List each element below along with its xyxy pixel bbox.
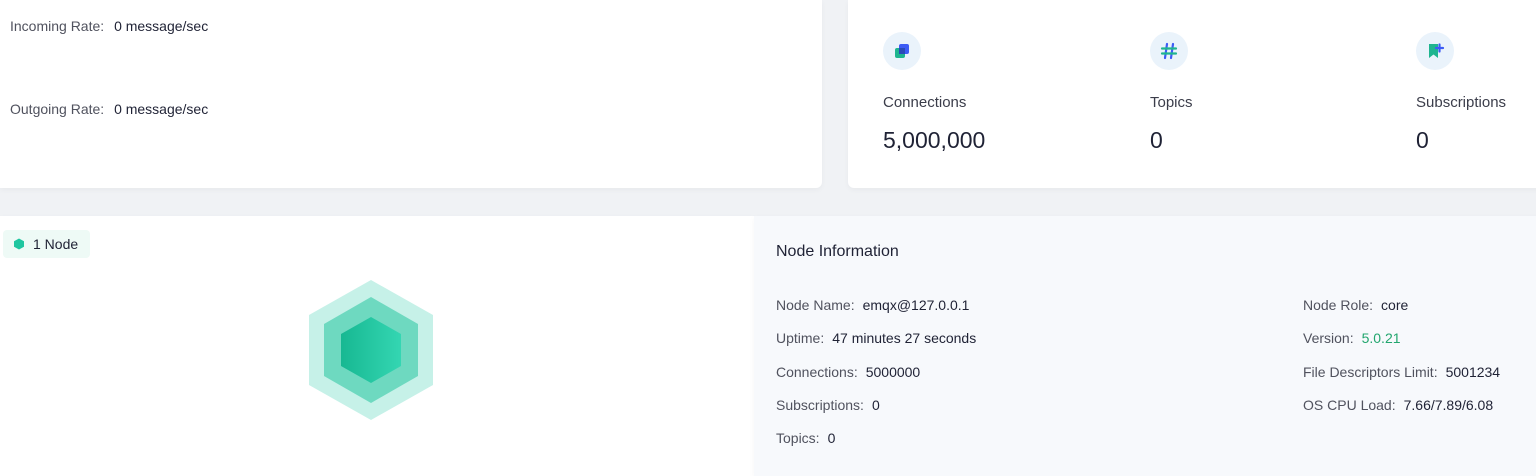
info-key: OS CPU Load: xyxy=(1303,397,1396,413)
info-value: 5001234 xyxy=(1445,364,1501,380)
subscription-icon xyxy=(1416,32,1454,70)
info-file-descriptors-limit: File Descriptors Limit: 5001234 xyxy=(1303,364,1500,380)
info-uptime: Uptime: 47 minutes 27 seconds xyxy=(776,330,976,346)
node-count-label: 1 Node xyxy=(33,236,79,252)
stat-subscriptions-label: Subscriptions xyxy=(1416,94,1507,111)
info-value: 7.66/7.89/6.08 xyxy=(1403,397,1494,413)
info-subscriptions: Subscriptions: 0 xyxy=(776,397,880,413)
incoming-rate-value: 0 message/sec xyxy=(114,18,209,34)
info-key: Uptime: xyxy=(776,330,825,346)
outgoing-rate-label: Outgoing Rate: xyxy=(10,101,105,117)
outgoing-rate-value: 0 message/sec xyxy=(114,101,209,117)
nodes-card: 1 Node xyxy=(0,216,754,476)
info-version: Version: 5.0.21 xyxy=(1303,330,1401,346)
stat-topics-label: Topics xyxy=(1150,94,1193,111)
info-value: core xyxy=(1381,297,1409,313)
info-value: 0 xyxy=(871,397,880,413)
node-information-panel: Node Information Node Name: emqx@127.0.0.… xyxy=(754,216,1536,476)
incoming-rate-label: Incoming Rate: xyxy=(10,18,105,34)
node-hexagon[interactable] xyxy=(306,278,436,427)
incoming-rate: Incoming Rate: 0 message/sec xyxy=(10,18,208,34)
stat-subscriptions: Subscriptions 0 xyxy=(1416,32,1536,153)
info-key: File Descriptors Limit: xyxy=(1303,364,1438,380)
stat-topics-value: 0 xyxy=(1150,127,1163,153)
info-key: Version: xyxy=(1303,330,1354,346)
stat-connections-label: Connections xyxy=(883,94,967,111)
info-value: 47 minutes 27 seconds xyxy=(832,330,977,346)
rates-card: Incoming Rate: 0 message/sec Outgoing Ra… xyxy=(0,0,822,188)
node-information-title: Node Information xyxy=(776,243,899,260)
node-count-badge: 1 Node xyxy=(3,230,91,258)
info-node-role: Node Role: core xyxy=(1303,297,1408,313)
info-topics: Topics: 0 xyxy=(776,430,835,446)
connections-icon xyxy=(883,32,921,70)
stat-subscriptions-value: 0 xyxy=(1416,127,1429,153)
info-value: 0 xyxy=(827,430,836,446)
outgoing-rate: Outgoing Rate: 0 message/sec xyxy=(10,101,208,117)
info-value: 5000000 xyxy=(865,364,921,380)
version-link[interactable]: 5.0.21 xyxy=(1362,330,1401,346)
info-value: emqx@127.0.0.1 xyxy=(862,297,970,313)
stat-connections-value: 5,000,000 xyxy=(883,127,986,153)
info-key: Topics: xyxy=(776,430,820,446)
node-hexagon-icon xyxy=(13,238,25,250)
info-node-name: Node Name: emqx@127.0.0.1 xyxy=(776,297,969,313)
info-key: Node Name: xyxy=(776,297,855,313)
info-connections: Connections: 5000000 xyxy=(776,364,920,380)
info-key: Connections: xyxy=(776,364,858,380)
info-os-cpu-load: OS CPU Load: 7.66/7.89/6.08 xyxy=(1303,397,1493,413)
hash-icon xyxy=(1150,32,1188,70)
stat-topics: Topics 0 xyxy=(1150,32,1350,153)
info-key: Node Role: xyxy=(1303,297,1374,313)
stat-connections: Connections 5,000,000 xyxy=(883,32,1083,153)
stats-card: Connections 5,000,000 Topics 0 Subscript… xyxy=(848,0,1536,188)
info-key: Subscriptions: xyxy=(776,397,864,413)
